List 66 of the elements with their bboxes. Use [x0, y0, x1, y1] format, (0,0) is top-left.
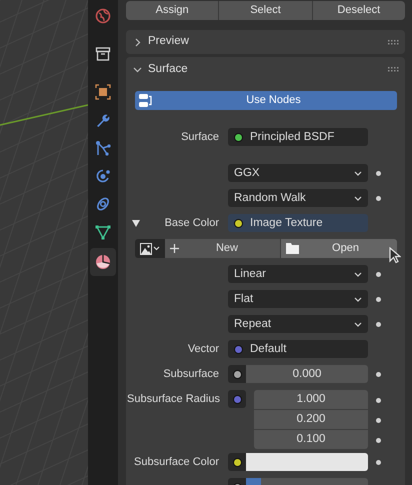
header-button[interactable]: Deselect	[312, 1, 405, 20]
field-label: Subsurface Radius	[127, 392, 220, 407]
chevron-down-icon	[354, 296, 362, 302]
panel-header[interactable]: Surface	[126, 57, 405, 82]
chevron-down-icon	[354, 170, 362, 176]
image-browse-button[interactable]	[135, 239, 165, 258]
chevron-down-icon	[354, 322, 362, 326]
socket-field[interactable]: Principled BSDF	[228, 128, 368, 146]
keyframe-dot[interactable]	[376, 272, 380, 276]
header-button[interactable]: Assign	[126, 1, 220, 20]
keyframe-dot[interactable]	[376, 418, 380, 422]
keyframe-dot[interactable]	[376, 438, 380, 442]
plus-icon	[170, 244, 179, 253]
field-label: Vector	[188, 342, 219, 357]
node-tree-icon	[138, 93, 153, 108]
triangle-down-icon[interactable]	[132, 220, 140, 226]
mouse-cursor-icon	[389, 247, 401, 264]
panel-header[interactable]: Preview	[126, 30, 405, 54]
triangle-mesh-icon	[95, 224, 111, 240]
field-label: Base Color	[164, 216, 219, 231]
field-label: Subsurface Color	[134, 455, 219, 470]
keyframe-dot[interactable]	[376, 170, 380, 176]
dropdown-field[interactable]: GGX	[228, 164, 368, 182]
image-icon	[140, 242, 152, 254]
socket-field[interactable]: Default	[228, 340, 368, 358]
keyframe-dot[interactable]	[376, 398, 380, 402]
keyframe-dot[interactable]	[376, 460, 380, 464]
number-field[interactable]: 0.100	[254, 430, 368, 449]
drag-grip-icon[interactable]	[388, 67, 399, 72]
chevron-down-icon	[153, 246, 160, 251]
dropdown-field[interactable]: Repeat	[228, 315, 368, 333]
material-sphere-icon	[95, 254, 111, 270]
chevron-down-icon	[133, 65, 142, 74]
chevron-down-icon	[354, 196, 362, 200]
wrench-icon	[95, 112, 111, 128]
chevron-right-icon	[133, 38, 142, 46]
panel-title: Preview	[148, 34, 190, 50]
orbit-icon	[95, 168, 111, 184]
dropdown-field[interactable]: Random Walk	[228, 189, 368, 207]
open-button[interactable]: Open	[281, 239, 397, 258]
socket-field[interactable]: Image Texture	[228, 214, 368, 232]
keyframe-dot[interactable]	[376, 322, 380, 326]
folder-icon	[286, 243, 299, 254]
square-frame-icon	[95, 84, 111, 100]
dropdown-field[interactable]: Linear	[228, 265, 368, 283]
sidebar-tab[interactable]	[90, 248, 116, 276]
panel-title: Surface	[148, 62, 189, 77]
dropdown-field[interactable]: Flat	[228, 290, 368, 308]
number-field[interactable]: 0.200	[254, 410, 368, 429]
globe-icon	[95, 8, 111, 24]
header-button[interactable]: Select	[219, 1, 313, 20]
drag-grip-icon[interactable]	[388, 40, 399, 44]
number-field[interactable]: 0.000	[246, 365, 368, 383]
keyframe-dot[interactable]	[376, 372, 380, 376]
number-field[interactable]: 1.000	[254, 390, 368, 409]
keyframe-dot[interactable]	[376, 196, 380, 200]
new-button[interactable]: New	[165, 239, 281, 258]
use-nodes-button[interactable]: Use Nodes	[135, 91, 397, 110]
archive-box-icon	[95, 46, 111, 62]
chain-link-icon	[95, 196, 111, 212]
keyframe-dot[interactable]	[376, 296, 380, 302]
chevron-down-icon	[354, 272, 362, 276]
nodes-icon	[95, 140, 111, 156]
field-label: Subsurface	[163, 367, 219, 382]
color-swatch[interactable]	[246, 453, 368, 471]
field-label: Surface	[181, 130, 219, 145]
